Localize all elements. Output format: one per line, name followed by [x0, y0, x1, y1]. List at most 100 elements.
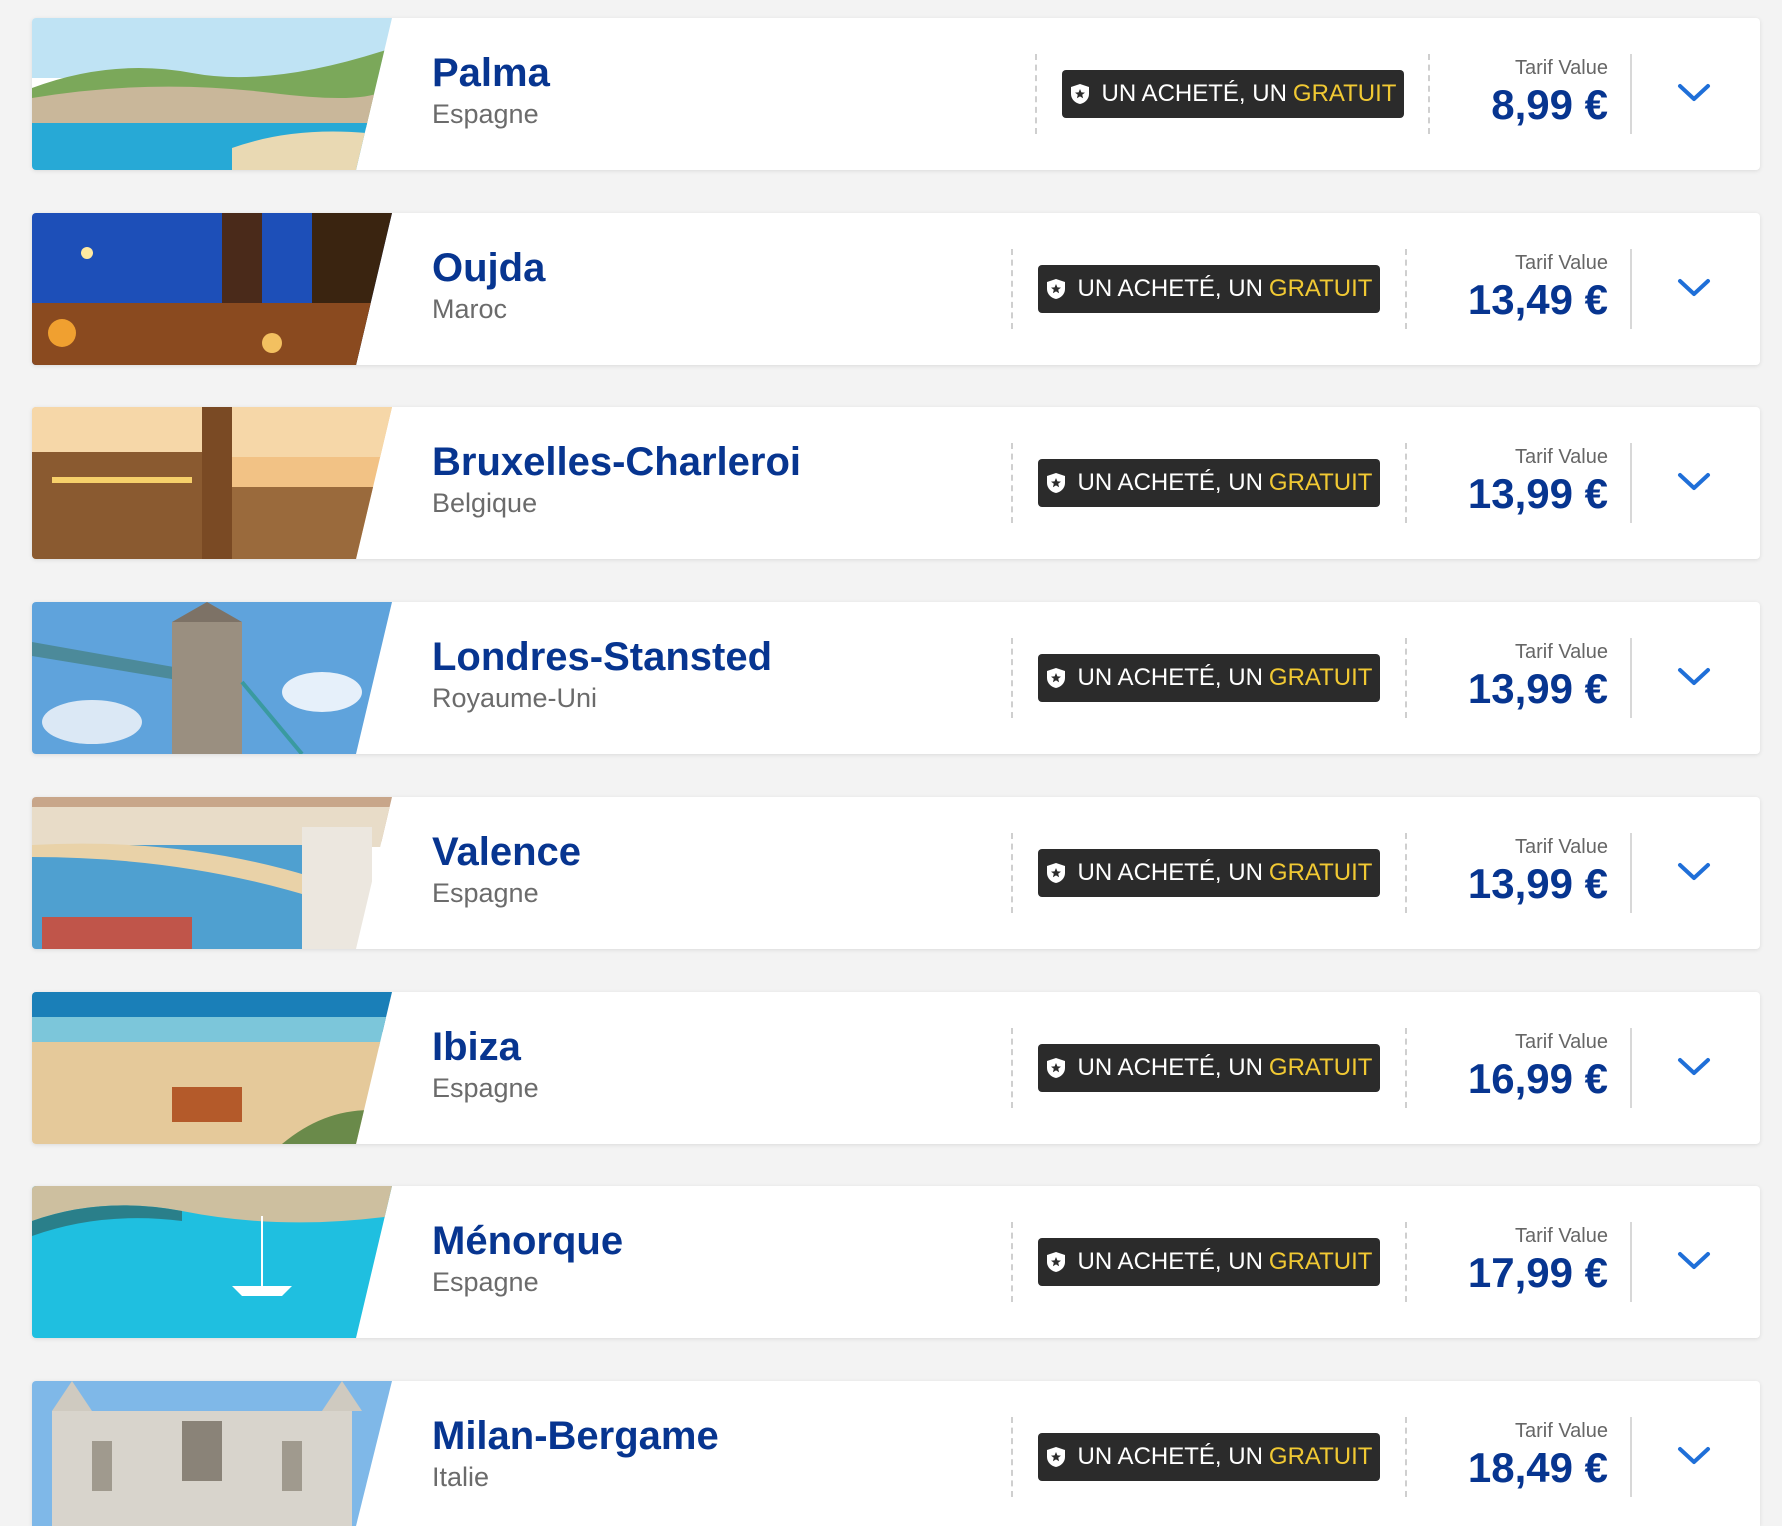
destination-city: Valence — [432, 830, 582, 874]
destination-card[interactable]: Londres-Stansted Royaume-Uni UN ACHETÉ, … — [32, 602, 1760, 754]
promo-badge: UN ACHETÉ, UN GRATUIT — [1038, 459, 1380, 507]
promo-text: UN ACHETÉ, UN — [1077, 1248, 1263, 1275]
divider — [1011, 833, 1013, 913]
promo-text: UN ACHETÉ, UN — [1101, 80, 1287, 107]
destination-info: Oujda Maroc — [432, 245, 545, 325]
divider — [1011, 1417, 1013, 1497]
fare-price: 13,99 € — [1467, 665, 1608, 712]
fare-label: Tarif Value — [1514, 252, 1608, 274]
chevron-down-icon[interactable] — [1676, 1052, 1712, 1080]
shield-star-icon — [1046, 279, 1065, 299]
destination-country: Italie — [432, 1462, 490, 1492]
promo-badge: UN ACHETÉ, UN GRATUIT — [1038, 1238, 1380, 1286]
shield-star-icon — [1046, 1058, 1065, 1078]
destination-card[interactable]: Oujda Maroc UN ACHETÉ, UN GRATUIT Tarif V… — [32, 213, 1760, 365]
promo-badge: UN ACHETÉ, UN GRATUIT — [1038, 265, 1380, 313]
promo-badge: UN ACHETÉ, UN GRATUIT — [1038, 1433, 1380, 1481]
chevron-down-icon[interactable] — [1676, 273, 1712, 301]
destination-card[interactable]: Milan-Bergame Italie UN ACHETÉ, UN GRATUI… — [32, 1381, 1760, 1526]
fare-label: Tarif Value — [1514, 57, 1608, 79]
promo-text: UN ACHETÉ, UN — [1077, 664, 1263, 691]
destination-country: Maroc — [432, 294, 508, 324]
fare-block: Tarif Value 13,99 € — [1448, 640, 1608, 714]
divider — [1630, 443, 1632, 523]
destination-card[interactable]: Valence Espagne UN ACHETÉ, UN GRATUIT Tar… — [32, 797, 1760, 949]
fare-price: 17,99 € — [1467, 1249, 1608, 1296]
fare-block: Tarif Value 16,99 € — [1448, 1030, 1608, 1104]
chevron-down-icon[interactable] — [1676, 467, 1712, 495]
fare-price: 13,49 € — [1467, 276, 1608, 323]
divider — [1428, 54, 1430, 134]
destination-city: Milan-Bergame — [432, 1414, 719, 1458]
divider — [1011, 1028, 1013, 1108]
destination-country: Espagne — [432, 878, 539, 908]
chevron-down-icon[interactable] — [1676, 1441, 1712, 1469]
chevron-down-icon[interactable] — [1676, 1246, 1712, 1274]
fare-label: Tarif Value — [1514, 1225, 1608, 1247]
fare-price: 16,99 € — [1467, 1055, 1608, 1102]
destination-info: Ibiza Espagne — [432, 1024, 539, 1104]
fare-label: Tarif Value — [1514, 446, 1608, 468]
divider — [1405, 443, 1407, 523]
destination-city: Ibiza — [432, 1025, 521, 1069]
divider — [1630, 1028, 1632, 1108]
promo-text: UN ACHETÉ, UN — [1077, 275, 1263, 302]
chevron-down-icon[interactable] — [1676, 662, 1712, 690]
fare-block: Tarif Value 13,99 € — [1448, 835, 1608, 909]
promo-highlight: GRATUIT — [1268, 1054, 1373, 1081]
promo-highlight: GRATUIT — [1268, 1443, 1373, 1470]
destination-info: Valence Espagne — [432, 829, 581, 909]
divider — [1630, 1222, 1632, 1302]
divider — [1011, 249, 1013, 329]
chevron-down-icon[interactable] — [1676, 78, 1712, 106]
destination-photo — [32, 18, 392, 170]
fare-label: Tarif Value — [1514, 641, 1608, 663]
fare-block: Tarif Value 18,49 € — [1448, 1419, 1608, 1493]
destination-city: Oujda — [432, 246, 546, 290]
divider — [1405, 1028, 1407, 1108]
destination-photo — [32, 602, 392, 754]
fare-price: 18,49 € — [1467, 1444, 1608, 1491]
promo-text: UN ACHETÉ, UN — [1077, 1443, 1263, 1470]
destination-country: Espagne — [432, 99, 539, 129]
shield-star-icon — [1046, 1447, 1065, 1467]
destination-info: Palma Espagne — [432, 50, 550, 130]
divider — [1405, 833, 1407, 913]
shield-star-icon — [1070, 84, 1089, 104]
destination-country: Royaume-Uni — [432, 683, 598, 713]
promo-highlight: GRATUIT — [1268, 469, 1373, 496]
destination-card[interactable]: Palma Espagne UN ACHETÉ, UN GRATUIT Tarif… — [32, 18, 1760, 170]
promo-badge: UN ACHETÉ, UN GRATUIT — [1038, 654, 1380, 702]
destination-photo — [32, 1186, 392, 1338]
destination-info: Londres-Stansted Royaume-Uni — [432, 634, 772, 714]
fare-price: 8,99 € — [1491, 81, 1608, 128]
fare-block: Tarif Value 13,99 € — [1448, 445, 1608, 519]
divider — [1630, 638, 1632, 718]
destination-country: Espagne — [432, 1267, 539, 1297]
fare-block: Tarif Value 13,49 € — [1448, 251, 1608, 325]
shield-star-icon — [1046, 863, 1065, 883]
destination-country: Belgique — [432, 488, 538, 518]
divider — [1405, 249, 1407, 329]
destination-card[interactable]: Ménorque Espagne UN ACHETÉ, UN GRATUIT Ta… — [32, 1186, 1760, 1338]
promo-highlight: GRATUIT — [1292, 80, 1397, 107]
destination-info: Ménorque Espagne — [432, 1218, 623, 1298]
promo-text: UN ACHETÉ, UN — [1077, 469, 1263, 496]
destination-card[interactable]: Ibiza Espagne UN ACHETÉ, UN GRATUIT Tarif… — [32, 992, 1760, 1144]
chevron-down-icon[interactable] — [1676, 857, 1712, 885]
divider — [1035, 54, 1037, 134]
destination-photo — [32, 1381, 392, 1526]
fare-label: Tarif Value — [1514, 836, 1608, 858]
destination-info: Milan-Bergame Italie — [432, 1413, 719, 1493]
destination-photo — [32, 407, 392, 559]
destination-city: Bruxelles-Charleroi — [432, 440, 802, 484]
shield-star-icon — [1046, 668, 1065, 688]
divider — [1011, 1222, 1013, 1302]
destination-info: Bruxelles-Charleroi Belgique — [432, 439, 801, 519]
divider — [1405, 1222, 1407, 1302]
destination-city: Londres-Stansted — [432, 635, 773, 679]
fare-block: Tarif Value 17,99 € — [1448, 1224, 1608, 1298]
destination-card[interactable]: Bruxelles-Charleroi Belgique UN ACHETÉ, … — [32, 407, 1760, 559]
shield-star-icon — [1046, 1252, 1065, 1272]
promo-highlight: GRATUIT — [1268, 664, 1373, 691]
